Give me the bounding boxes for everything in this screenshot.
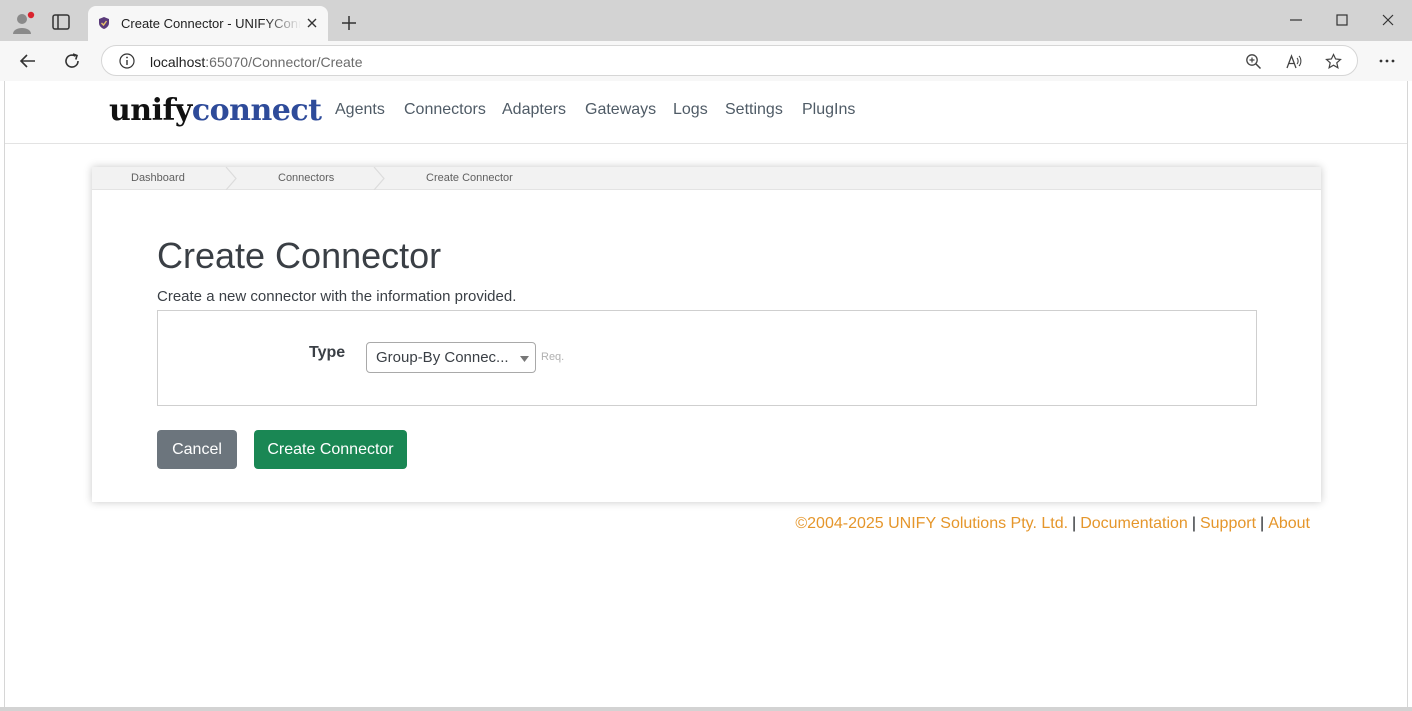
footer-link-about[interactable]: About (1268, 515, 1310, 532)
footer-link-support[interactable]: Support (1200, 515, 1256, 532)
footer-separator: | (1260, 515, 1265, 532)
tab-close-icon[interactable] (305, 16, 319, 30)
url-host: localhost (150, 54, 206, 70)
create-connector-button[interactable]: Create Connector (254, 430, 407, 469)
maximize-icon[interactable] (1334, 12, 1350, 28)
brand-logo-part1: unify (109, 93, 192, 128)
breadcrumb-dashboard[interactable]: Dashboard (131, 172, 185, 184)
caret-down-icon (520, 356, 529, 362)
nav-link-settings[interactable]: Settings (725, 101, 783, 119)
breadcrumb: Dashboard Connectors Create Connector (92, 167, 1321, 190)
nav-link-gateways[interactable]: Gateways (585, 101, 656, 119)
footer-separator: | (1072, 515, 1077, 532)
reload-icon[interactable] (63, 52, 81, 70)
read-aloud-icon[interactable] (1285, 53, 1302, 70)
required-hint: Req. (541, 351, 565, 363)
page-viewport: unifyconnect Agents Connectors Adapters … (4, 81, 1408, 708)
nav-link-logs[interactable]: Logs (673, 101, 708, 119)
browser-tab-active[interactable]: Create Connector - UNIFYConnect (88, 6, 328, 41)
browser-tab-bar: Create Connector - UNIFYConnect (0, 0, 1412, 41)
nav-link-connectors[interactable]: Connectors (404, 101, 486, 119)
more-menu-icon[interactable] (1378, 52, 1396, 70)
site-favicon-icon (99, 17, 109, 29)
create-connector-card: Dashboard Connectors Create Connector Cr… (92, 167, 1321, 502)
favorite-star-icon[interactable] (1325, 53, 1342, 70)
cancel-button[interactable]: Cancel (157, 430, 237, 469)
type-select[interactable]: Group-By Connec... (366, 342, 536, 373)
minimize-icon[interactable] (1288, 12, 1304, 28)
window-bottom-edge (0, 707, 1412, 711)
type-select-value: Group-By Connec... (376, 349, 509, 366)
tab-title: Create Connector - UNIFYConnect (121, 16, 301, 31)
breadcrumb-separator-icon (225, 167, 237, 190)
breadcrumb-separator-icon (373, 167, 385, 190)
browser-toolbar: localhost:65070/Connector/Create (0, 41, 1412, 81)
profile-icon[interactable] (10, 10, 36, 36)
brand-logo-part2: connect (191, 93, 322, 128)
zoom-icon[interactable] (1245, 53, 1262, 70)
breadcrumb-connectors[interactable]: Connectors (278, 172, 334, 184)
address-bar[interactable]: localhost:65070/Connector/Create (101, 45, 1358, 76)
url-text: localhost:65070/Connector/Create (150, 54, 362, 70)
footer-copyright[interactable]: ©2004-2025 UNIFY Solutions Pty. Ltd. (795, 515, 1068, 532)
breadcrumb-current: Create Connector (426, 172, 513, 184)
page-subtitle: Create a new connector with the informat… (157, 288, 517, 305)
brand-logo[interactable]: unifyconnect (109, 93, 322, 128)
site-info-icon[interactable] (119, 53, 135, 69)
connector-form-fieldset: Type Group-By Connec... Req. (157, 310, 1257, 406)
new-tab-icon[interactable] (340, 14, 358, 32)
back-arrow-icon[interactable] (19, 52, 37, 70)
url-path: :65070/Connector/Create (205, 54, 363, 70)
nav-link-adapters[interactable]: Adapters (502, 101, 566, 119)
tab-actions-icon[interactable] (52, 14, 70, 30)
footer-link-documentation[interactable]: Documentation (1080, 515, 1188, 532)
type-label: Type (309, 344, 346, 361)
footer: ©2004-2025 UNIFY Solutions Pty. Ltd. | Doc… (795, 515, 1310, 533)
site-navbar: unifyconnect Agents Connectors Adapters … (5, 81, 1407, 144)
nav-link-agents[interactable]: Agents (335, 101, 385, 119)
page-title: Create Connector (157, 235, 442, 276)
footer-separator: | (1191, 515, 1196, 532)
nav-link-plugins[interactable]: PlugIns (802, 101, 855, 119)
close-window-icon[interactable] (1380, 12, 1396, 28)
